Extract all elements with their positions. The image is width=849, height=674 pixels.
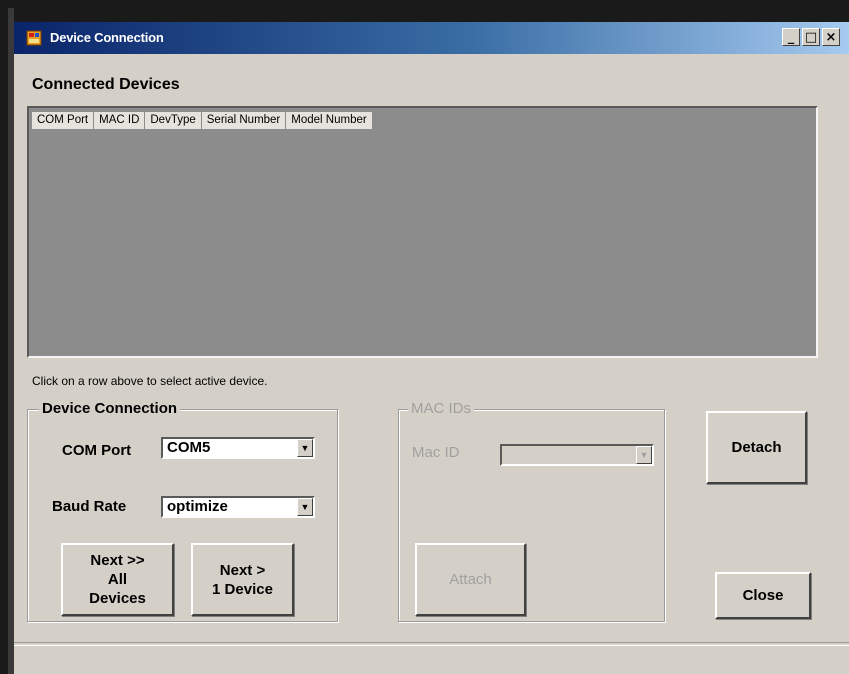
column-header-serial-number[interactable]: Serial Number [201,112,287,129]
column-header-model-number[interactable]: Model Number [286,112,373,129]
baud-rate-label: Baud Rate [52,498,127,515]
select-device-hint: Click on a row above to select active de… [32,374,268,388]
com-port-dropdown[interactable]: COM5 ▼ [161,437,315,459]
app-icon [26,30,42,46]
mac-id-label: Mac ID [412,444,460,461]
com-port-label: COM Port [62,442,132,459]
chevron-down-icon[interactable]: ▼ [636,446,652,464]
title-buttons: _ □ × [782,28,840,46]
table-header-row: COM Port MAC ID DevType Serial Number Mo… [32,112,373,129]
device-connection-group-label: Device Connection [39,400,181,417]
window-title: Device Connection [50,30,164,45]
close-button[interactable]: Close [715,572,811,619]
minimize-button[interactable]: _ [782,28,800,46]
mac-id-dropdown[interactable]: ▼ [500,444,654,466]
mac-ids-group-label: MAC IDs [408,400,474,417]
baud-rate-value: optimize [167,498,228,515]
attach-button[interactable]: Attach [415,543,526,616]
next-one-device-button[interactable]: Next > 1 Device [191,543,294,616]
maximize-button[interactable]: □ [802,28,820,46]
chevron-down-icon[interactable]: ▼ [297,498,313,516]
column-header-devtype[interactable]: DevType [145,112,202,129]
com-port-value: COM5 [167,439,211,456]
detach-button[interactable]: Detach [706,411,807,484]
close-window-button[interactable]: × [822,28,840,46]
chevron-down-icon[interactable]: ▼ [297,439,313,457]
column-header-mac-id[interactable]: MAC ID [94,112,146,129]
baud-rate-dropdown[interactable]: optimize ▼ [161,496,315,518]
next-all-devices-button[interactable]: Next >> All Devices [61,543,174,616]
connected-devices-table[interactable]: COM Port MAC ID DevType Serial Number Mo… [27,106,818,358]
connected-devices-heading: Connected Devices [32,76,180,93]
status-strip-divider [14,642,849,646]
column-header-com-port[interactable]: COM Port [32,112,95,129]
